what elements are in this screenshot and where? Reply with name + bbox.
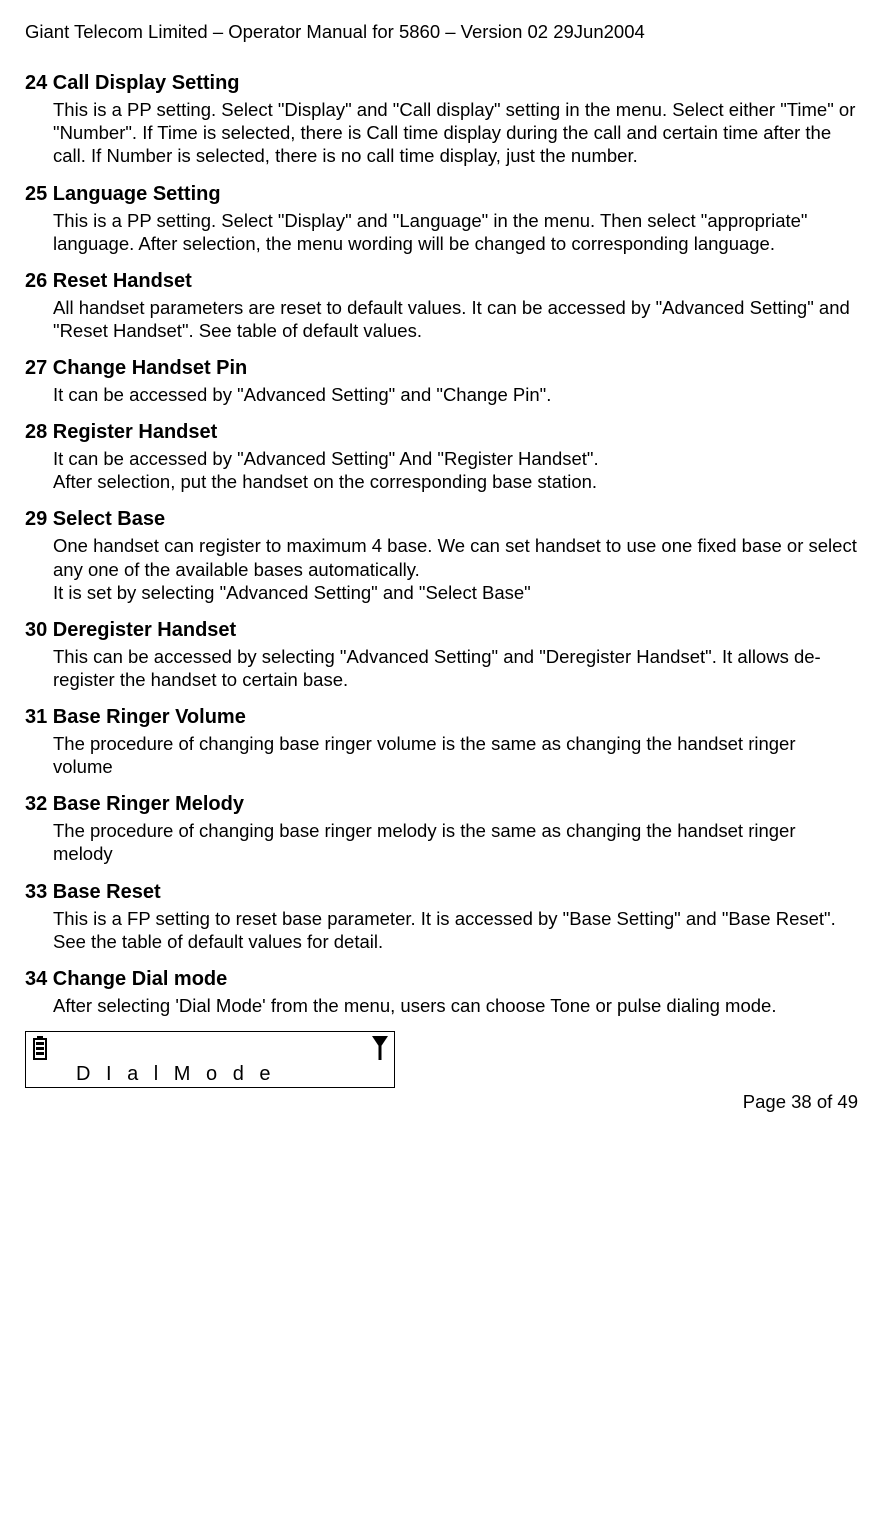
section-title: 32 Base Ringer Melody — [25, 792, 858, 817]
section-title: 34 Change Dial mode — [25, 967, 858, 992]
section-body: It can be accessed by "Advanced Setting"… — [53, 383, 858, 406]
section: 32 Base Ringer MelodyThe procedure of ch… — [25, 792, 858, 865]
section-title: 33 Base Reset — [25, 880, 858, 905]
section: 31 Base Ringer VolumeThe procedure of ch… — [25, 705, 858, 778]
section: 24 Call Display SettingThis is a PP sett… — [25, 71, 858, 167]
section: 29 Select BaseOne handset can register t… — [25, 507, 858, 603]
section-title: 25 Language Setting — [25, 182, 858, 207]
lcd-display: D I a l M o d e — [25, 1031, 395, 1088]
page-footer: Page 38 of 49 — [25, 1090, 858, 1113]
section: 33 Base ResetThis is a FP setting to res… — [25, 880, 858, 953]
page-header: Giant Telecom Limited – Operator Manual … — [25, 20, 858, 43]
section: 27 Change Handset PinIt can be accessed … — [25, 356, 858, 406]
section-body: All handset parameters are reset to defa… — [53, 296, 858, 342]
section: 25 Language SettingThis is a PP setting.… — [25, 182, 858, 255]
section: 28 Register HandsetIt can be accessed by… — [25, 420, 858, 493]
section-title: 27 Change Handset Pin — [25, 356, 858, 381]
antenna-icon — [372, 1036, 388, 1060]
section-body: This is a PP setting. Select "Display" a… — [53, 209, 858, 255]
section-body: This is a PP setting. Select "Display" a… — [53, 98, 858, 167]
section-body: This is a FP setting to reset base param… — [53, 907, 858, 953]
section-title: 31 Base Ringer Volume — [25, 705, 858, 730]
section-body: After selecting 'Dial Mode' from the men… — [53, 994, 858, 1017]
section-body: The procedure of changing base ringer vo… — [53, 732, 858, 778]
battery-icon — [32, 1036, 48, 1060]
section-title: 28 Register Handset — [25, 420, 858, 445]
section-body: This can be accessed by selecting "Advan… — [53, 645, 858, 691]
section: 26 Reset HandsetAll handset parameters a… — [25, 269, 858, 342]
section-body: It can be accessed by "Advanced Setting"… — [53, 447, 858, 493]
section-title: 30 Deregister Handset — [25, 618, 858, 643]
section: 30 Deregister HandsetThis can be accesse… — [25, 618, 858, 691]
section-title: 26 Reset Handset — [25, 269, 858, 294]
section-body: One handset can register to maximum 4 ba… — [53, 534, 858, 603]
section-title: 29 Select Base — [25, 507, 858, 532]
section-body: The procedure of changing base ringer me… — [53, 819, 858, 865]
section-title: 24 Call Display Setting — [25, 71, 858, 96]
lcd-text: D I a l M o d e — [32, 1060, 388, 1087]
section: 34 Change Dial modeAfter selecting 'Dial… — [25, 967, 858, 1017]
